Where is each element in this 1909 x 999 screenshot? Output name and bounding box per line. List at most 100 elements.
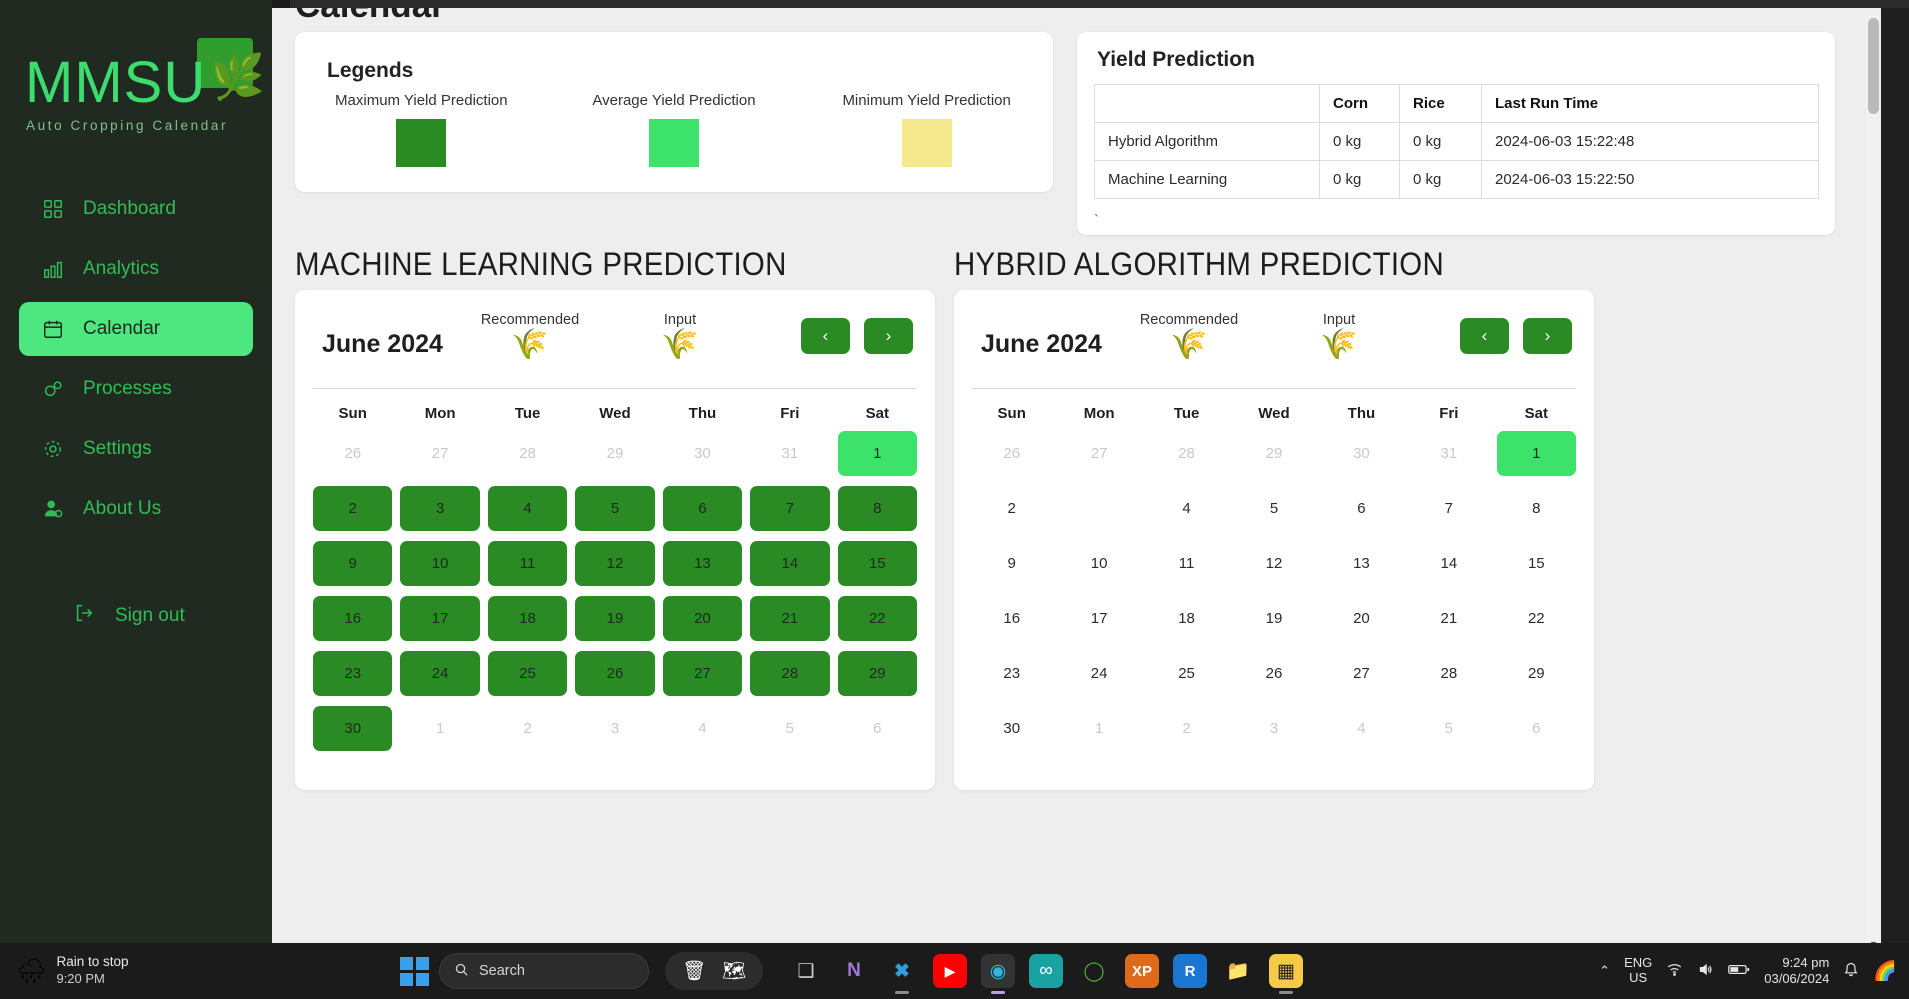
calendar-day-cell[interactable]: 6 [662,486,743,531]
next-month-button[interactable]: › [1523,318,1572,354]
calendar-day-cell[interactable]: 14 [1409,541,1488,586]
calendar-day-cell[interactable]: 23 [313,651,393,696]
arduino-icon[interactable]: ∞ [1029,954,1063,988]
weather-widget[interactable]: 🌧 Rain to stop 9:20 PM [16,954,129,987]
calendar-day-cell[interactable]: 28 [488,431,567,476]
calendar-day-cell[interactable]: 21 [750,596,830,641]
calendar-day-cell[interactable]: 11 [487,541,568,586]
calendar-day-cell[interactable]: 22 [837,596,917,641]
calendar-day-cell[interactable]: 1 [837,431,917,476]
sticky-notes-icon[interactable]: ▦ [1269,954,1303,994]
calendar-day-cell[interactable]: 19 [575,596,655,641]
calendar-day-cell[interactable]: 22 [1497,596,1576,641]
calendar-day-cell[interactable]: 6 [1497,706,1576,751]
calendar-day-cell[interactable]: 27 [1322,651,1401,696]
calendar-day-cell[interactable]: 5 [750,706,829,751]
calendar-day-cell[interactable]: 13 [1322,541,1401,586]
calendar-day-cell[interactable]: 1 [1059,706,1138,751]
show-hidden-icons-chevron-icon[interactable]: ⌃ [1599,963,1610,979]
calendar-day-cell[interactable]: 31 [750,431,829,476]
calendar-day-cell[interactable]: 26 [575,651,655,696]
calendar-day-cell[interactable]: 26 [1234,651,1313,696]
sign-out-button[interactable]: Sign out [19,596,253,636]
calendar-day-cell[interactable]: 25 [487,651,568,696]
prev-month-button[interactable]: ‹ [801,318,850,354]
sidebar-item-settings[interactable]: Settings [19,422,253,476]
calendar-day-cell[interactable]: 15 [1497,541,1576,586]
calendar-day-cell[interactable]: 27 [662,651,743,696]
youtube-icon[interactable]: ▶ [933,954,967,988]
calendar-day-cell[interactable]: 27 [400,431,479,476]
start-button-icon[interactable] [400,956,429,986]
calendar-day-cell[interactable]: 28 [1409,651,1488,696]
sidebar-item-about-us[interactable]: About Us [19,482,253,536]
calendar-day-cell[interactable]: 9 [313,541,393,586]
calendar-day-cell[interactable]: 25 [1147,651,1226,696]
calendar-day-cell[interactable]: 17 [1059,596,1138,641]
calendar-day-cell[interactable]: 6 [838,706,917,751]
calendar-day-cell[interactable]: 28 [1147,431,1226,476]
calendar-day-cell[interactable]: 3 [400,486,480,531]
copilot-icon[interactable]: 🌈 [1873,959,1897,983]
calendar-day-cell[interactable]: 5 [1234,486,1313,531]
calendar-day-cell[interactable]: 10 [400,541,480,586]
calendar-day-cell[interactable]: 18 [1147,596,1226,641]
calendar-day-cell[interactable]: 3 [1234,706,1313,751]
file-explorer-icon[interactable]: 📁 [1221,954,1255,988]
calendar-day-cell[interactable]: 30 [663,431,742,476]
node-icon[interactable]: ◯ [1077,954,1111,988]
calendar-day-cell[interactable]: 4 [663,706,742,751]
calendar-day-cell[interactable]: 1 [400,706,479,751]
calendar-day-cell[interactable]: 7 [750,486,830,531]
calendar-day-cell[interactable]: 4 [1147,486,1226,531]
sidebar-item-dashboard[interactable]: Dashboard [19,182,253,236]
next-month-button[interactable]: › [864,318,913,354]
calendar-day-cell[interactable]: 6 [1322,486,1401,531]
calendar-day-cell[interactable]: 2 [488,706,567,751]
calendar-day-cell[interactable]: 4 [487,486,568,531]
language-indicator[interactable]: ENG US [1624,955,1652,986]
calendar-day-cell[interactable]: 19 [1234,596,1313,641]
calendar-day-cell[interactable]: 2 [972,486,1051,531]
calendar-day-cell[interactable]: 23 [972,651,1051,696]
calendar-day-cell[interactable]: 20 [1322,596,1401,641]
calendar-day-cell[interactable]: 17 [400,596,480,641]
calendar-day-cell[interactable]: 26 [313,431,392,476]
calendar-day-cell[interactable]: 5 [1409,706,1488,751]
calendar-day-cell[interactable]: 10 [1059,541,1138,586]
calendar-day-cell[interactable]: 15 [837,541,917,586]
maps-icon[interactable]: 🗺 [717,954,751,988]
scrollbar-thumb[interactable] [1868,18,1879,114]
calendar-day-cell[interactable]: 30 [1322,431,1401,476]
calendar-day-cell[interactable]: 20 [662,596,743,641]
calendar-day-cell[interactable] [1059,486,1138,531]
recycle-bin-icon[interactable]: 🗑 [677,954,711,988]
edge-icon[interactable]: ◉ [981,954,1015,994]
xampp-icon[interactable]: XP [1125,954,1159,988]
calendar-day-cell[interactable]: 13 [662,541,743,586]
calendar-day-cell[interactable]: 3 [575,706,654,751]
sidebar-item-calendar[interactable]: Calendar [19,302,253,356]
calendar-day-cell[interactable]: 21 [1409,596,1488,641]
page-scrollbar[interactable]: ▲ ▼ [1866,16,1881,943]
sidebar-item-processes[interactable]: Processes [19,362,253,416]
calendar-day-cell[interactable]: 29 [1497,651,1576,696]
bell-icon[interactable] [1843,961,1859,981]
calendar-day-cell[interactable]: 7 [1409,486,1488,531]
calendar-day-cell[interactable]: 9 [972,541,1051,586]
calendar-day-cell[interactable]: 2 [313,486,393,531]
calendar-day-cell[interactable]: 2 [1147,706,1226,751]
calendar-day-cell[interactable]: 14 [750,541,830,586]
calendar-day-cell[interactable]: 8 [837,486,917,531]
calendar-day-cell[interactable]: 4 [1322,706,1401,751]
calendar-day-cell[interactable]: 12 [1234,541,1313,586]
search-input[interactable]: Search [439,953,649,989]
calendar-day-cell[interactable]: 18 [487,596,568,641]
battery-icon[interactable] [1728,963,1750,979]
calendar-day-cell[interactable]: 31 [1409,431,1488,476]
volume-icon[interactable] [1697,962,1714,980]
calendar-day-cell[interactable]: 28 [750,651,830,696]
calendar-day-cell[interactable]: 26 [972,431,1051,476]
prev-month-button[interactable]: ‹ [1460,318,1509,354]
calendar-day-cell[interactable]: 30 [313,706,393,751]
